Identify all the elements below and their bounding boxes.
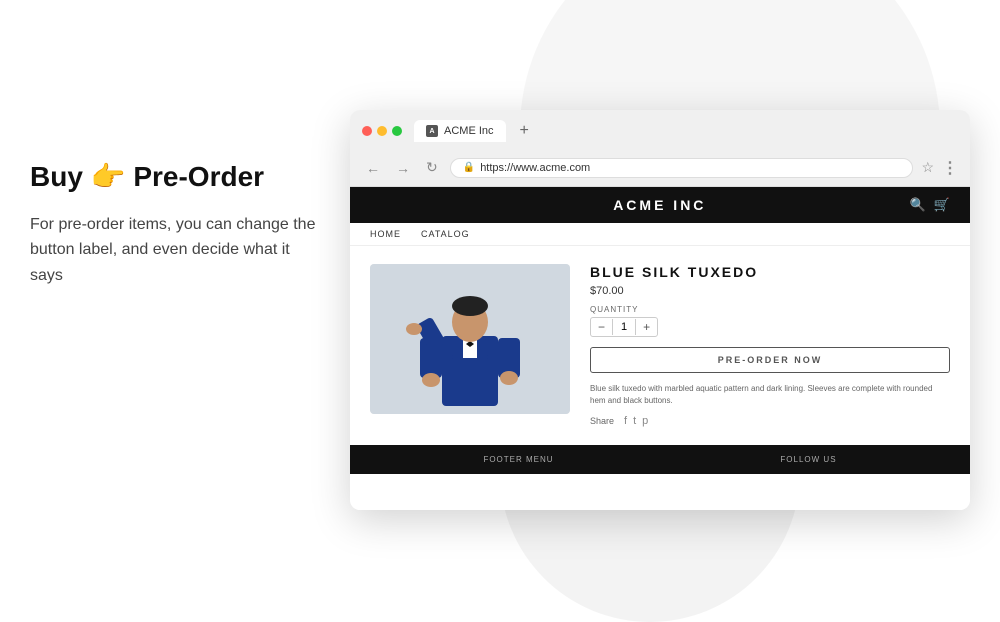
product-details: BLUE SILK TUXEDO $70.00 QUANTITY − 1 + P…	[590, 264, 950, 427]
share-icons: f t p	[624, 415, 648, 427]
browser-window: A ACME Inc + ← → ↻ 🔒 https://www.acme.co…	[350, 110, 970, 510]
headline-text1: Buy	[30, 161, 91, 192]
lock-icon: 🔒	[463, 162, 475, 173]
tab-title: ACME Inc	[444, 125, 494, 137]
tab-bar: A ACME Inc +	[414, 118, 537, 144]
product-image	[370, 264, 570, 414]
browser-tab-acme[interactable]: A ACME Inc	[414, 120, 506, 142]
twitter-share-icon[interactable]: t	[633, 415, 636, 427]
quantity-value: 1	[612, 319, 636, 335]
facebook-share-icon[interactable]: f	[624, 415, 627, 427]
address-bar[interactable]: 🔒 https://www.acme.com	[450, 158, 914, 178]
site-logo: ACME INC	[410, 197, 910, 213]
footer-follow-label: FOLLOW US	[780, 455, 836, 464]
pinterest-share-icon[interactable]: p	[642, 415, 648, 427]
site-nav: HOME CATALOG	[350, 223, 970, 246]
traffic-lights	[362, 126, 402, 136]
quantity-control: − 1 +	[590, 317, 658, 337]
footer-menu-label: FOOTER MENU	[483, 455, 553, 464]
quantity-label: QUANTITY	[590, 305, 950, 314]
traffic-light-green[interactable]	[392, 126, 402, 136]
share-row: Share f t p	[590, 415, 950, 427]
browser-chrome: A ACME Inc + ← → ↻ 🔒 https://www.acme.co…	[350, 110, 970, 187]
description-text: For pre-order items, you can change the …	[30, 212, 320, 289]
url-text: https://www.acme.com	[480, 162, 590, 174]
cart-icon[interactable]: 🛒	[934, 197, 950, 213]
product-description: Blue silk tuxedo with marbled aquatic pa…	[590, 383, 950, 407]
headline: Buy 👉 Pre-Order	[30, 160, 320, 194]
traffic-light-red[interactable]	[362, 126, 372, 136]
traffic-light-yellow[interactable]	[377, 126, 387, 136]
nav-item-catalog[interactable]: CATALOG	[421, 229, 470, 239]
refresh-button[interactable]: ↻	[422, 157, 442, 178]
share-label: Share	[590, 416, 614, 426]
back-button[interactable]: ←	[362, 158, 384, 178]
nav-item-home[interactable]: HOME	[370, 229, 401, 239]
headline-text2: Pre-Order	[126, 161, 265, 192]
product-title: BLUE SILK TUXEDO	[590, 264, 950, 280]
headline-emoji: 👉	[91, 161, 126, 192]
search-icon[interactable]: 🔍	[910, 197, 926, 213]
bookmark-icon[interactable]: ☆	[921, 159, 934, 176]
browser-addressbar: ← → ↻ 🔒 https://www.acme.com ☆ ⋮	[362, 151, 958, 186]
browser-titlebar: A ACME Inc +	[362, 118, 958, 144]
product-price: $70.00	[590, 285, 950, 297]
quantity-decrease-button[interactable]: −	[591, 318, 612, 336]
quantity-increase-button[interactable]: +	[636, 318, 657, 336]
site-header-icons: 🔍 🛒	[910, 197, 950, 213]
new-tab-button[interactable]: +	[512, 118, 537, 144]
preorder-button[interactable]: PRE-ORDER NOW	[590, 347, 950, 373]
tab-favicon: A	[426, 125, 438, 137]
forward-button[interactable]: →	[392, 158, 414, 178]
product-area: BLUE SILK TUXEDO $70.00 QUANTITY − 1 + P…	[350, 246, 970, 445]
website-content: ACME INC 🔍 🛒 HOME CATALOG	[350, 187, 970, 510]
site-header: ACME INC 🔍 🛒	[350, 187, 970, 223]
left-panel: Buy 👉 Pre-Order For pre-order items, you…	[30, 160, 320, 288]
more-options-icon[interactable]: ⋮	[942, 158, 958, 178]
site-footer: FOOTER MENU FOLLOW US	[350, 445, 970, 474]
